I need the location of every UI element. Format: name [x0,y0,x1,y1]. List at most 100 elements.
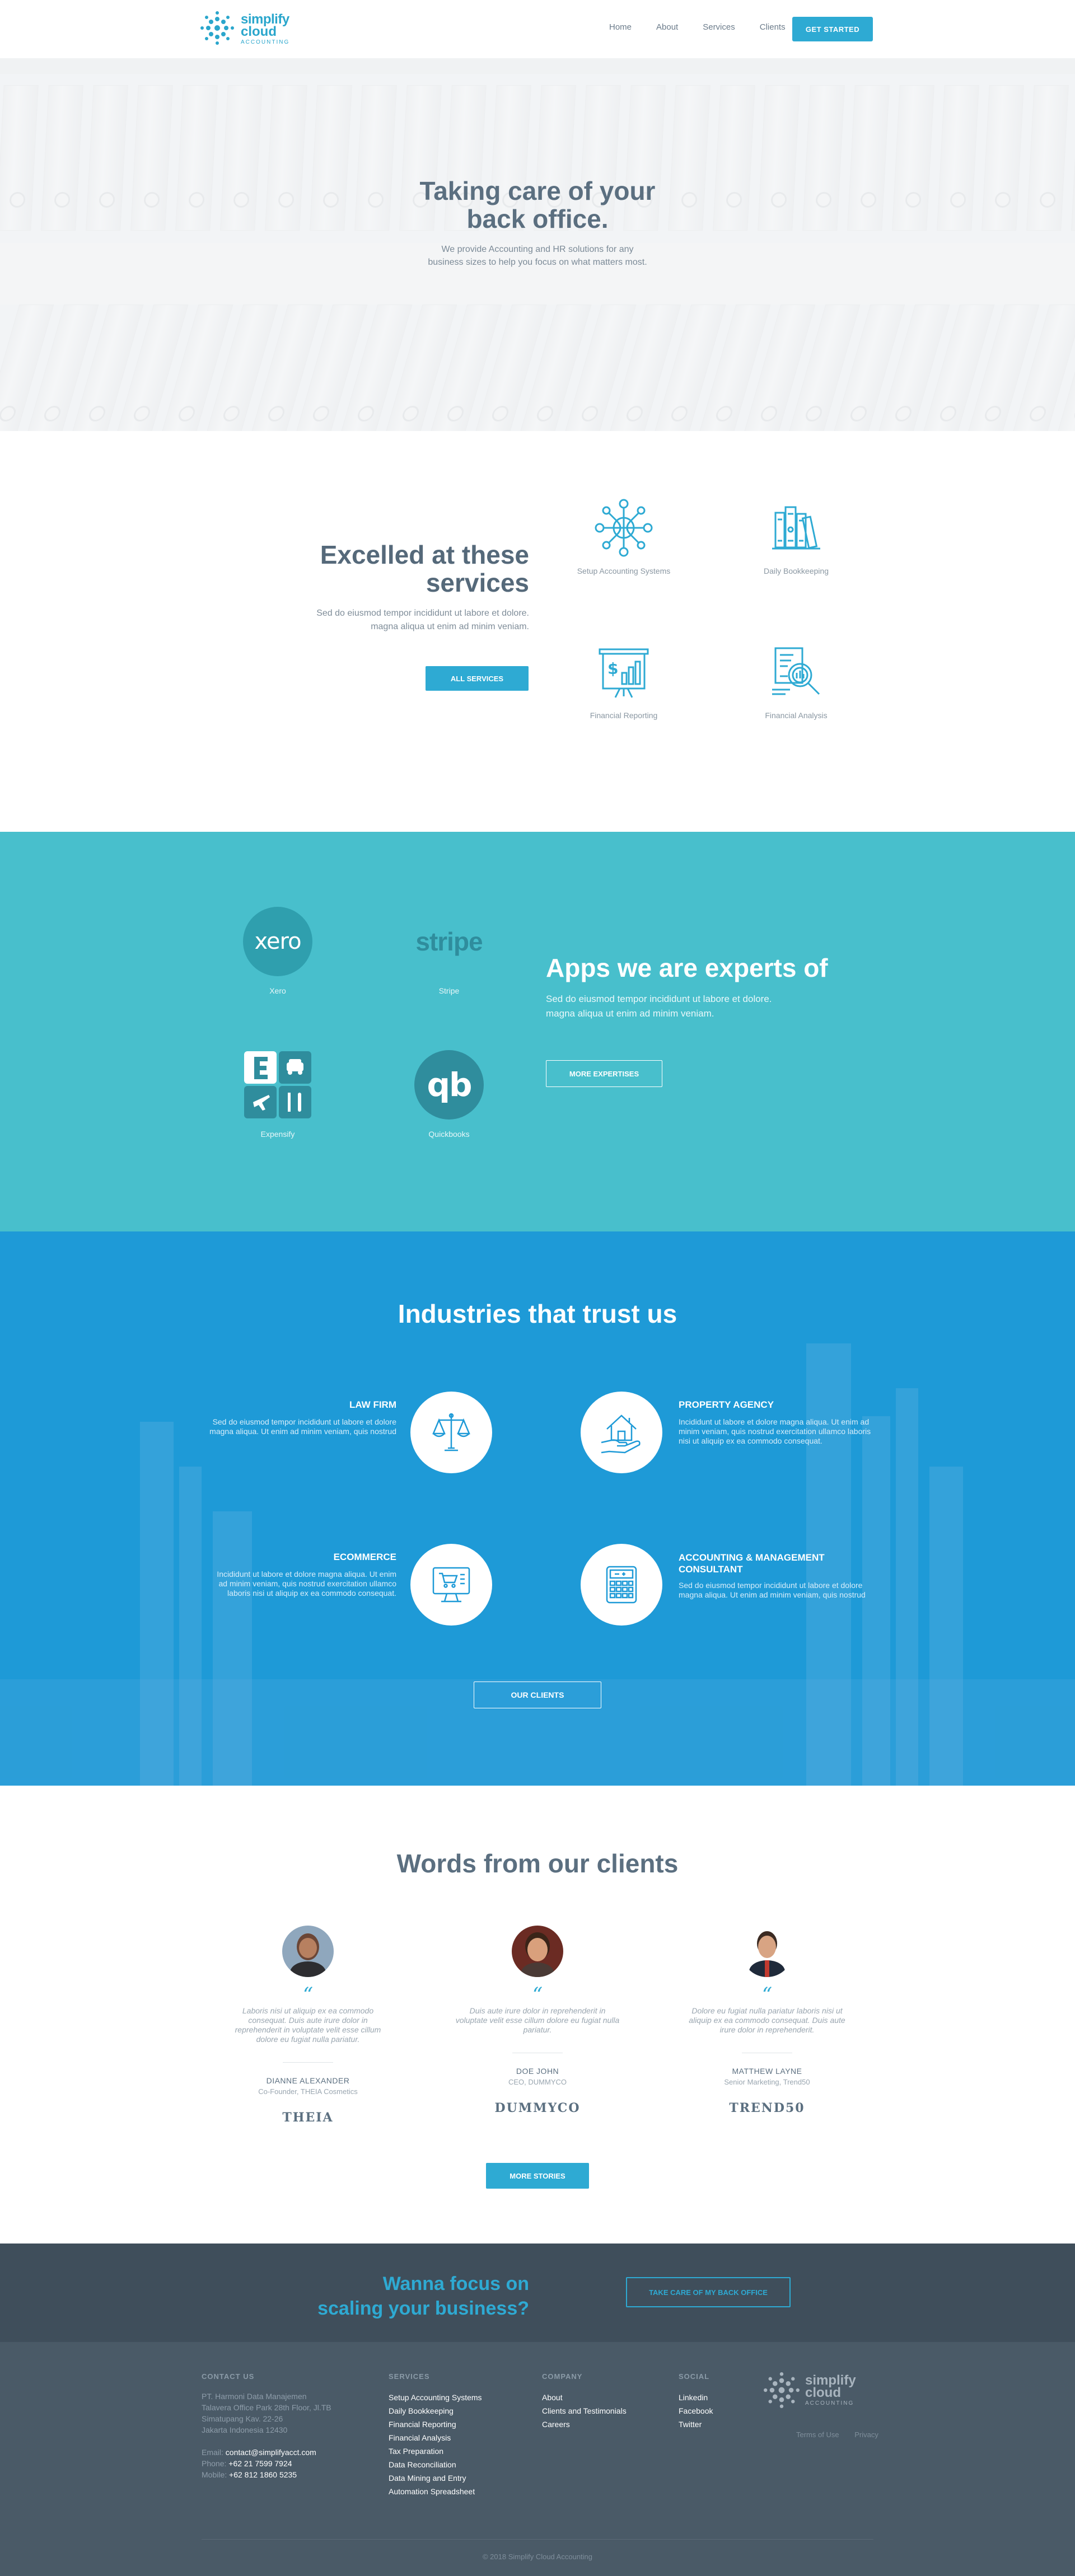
services-section: Excelled at these services Sed do eiusmo… [0,431,1075,832]
footer-address: Simatupang Kav. 22-26 [202,2414,283,2423]
hero-title-line: back office. [466,204,609,233]
magnifier-document-icon [772,647,820,695]
service-financial-analysis[interactable]: Financial Analysis [732,641,861,720]
footer-link[interactable]: Data Mining and Entry [389,2471,529,2485]
client-logo-trend50: TREND50 [729,2101,805,2115]
testimonial-quote: Dolore eu fugiat nulla pariatur laboris … [689,2006,845,2034]
service-setup-accounting[interactable]: Setup Accounting Systems [559,497,688,575]
quickbooks-logo: qb [414,1050,484,1120]
industry-ecommerce[interactable] [410,1544,492,1626]
phone-value: +62 21 7599 7924 [228,2459,292,2468]
industries-title: Industries that trust us [398,1299,677,1328]
testimonial-name: DIANNE ALEXANDER [266,2076,350,2085]
more-expertises-button[interactable]: MORE EXPERTISES [546,1060,662,1087]
footer-link-facebook[interactable]: Facebook [679,2404,751,2418]
site-logo[interactable]: simplify cloud ACCOUNTING [200,11,296,47]
industry-name: ACCOUNTING & MANAGEMENT CONSULTANT [679,1552,825,1575]
mobile-value: +62 812 1860 5235 [229,2470,297,2479]
footer-link[interactable]: Automation Spreadsheet [389,2485,529,2498]
nav-home[interactable]: Home [609,22,632,36]
industries-section: Industries that trust us LAW FIRM Sed do… [0,1231,1075,1786]
footer-link[interactable]: Financial Reporting [389,2418,529,2431]
quickbooks-logo-text: qb [427,1066,472,1104]
site-header: simplify cloud ACCOUNTING Home About Ser… [0,0,1075,58]
industry-property-agency[interactable] [581,1392,662,1473]
all-services-button[interactable]: ALL SERVICES [426,666,529,691]
books-icon [772,506,820,550]
footer-logo[interactable]: simplify cloud ACCOUNTING [764,2372,876,2417]
footer-link[interactable]: Setup Accounting Systems [389,2391,529,2404]
expensify-logo [244,1051,311,1118]
cta-title: Wanna focus on scaling your business? [246,2271,529,2321]
footer-link[interactable]: Daily Bookkeeping [389,2404,529,2418]
footer-social: SOCIAL Linkedin Facebook Twitter [679,2372,751,2431]
footer-link[interactable]: Financial Analysis [389,2431,529,2444]
footer-address: Jakarta Indonesia 12430 [202,2425,288,2434]
avatar [512,1926,563,1977]
avatar [741,1926,793,1977]
service-daily-bookkeeping[interactable]: Daily Bookkeeping [732,497,861,575]
service-label: Daily Bookkeeping [764,566,829,575]
svg-text:$: $ [607,659,618,678]
logo-dots-icon [200,11,234,45]
stripe-logo: stripe [414,907,484,976]
footer-phone[interactable]: Phone: +62 21 7599 7924 [202,2458,381,2469]
industry-name: ECOMMERCE [333,1552,396,1562]
terms-link[interactable]: Terms of Use [796,2430,839,2439]
footer-link-linkedin[interactable]: Linkedin [679,2391,751,2404]
footer-email[interactable]: Email: contact@simplifyacct.com [202,2447,381,2458]
testimonials-title: Words from our clients [396,1849,679,1878]
client-logo-theia: THEIA [282,2110,334,2125]
apps-description-line: Sed do eiusmod tempor incididunt ut labo… [546,994,772,1004]
footer-link[interactable]: Careers [542,2418,671,2431]
industry-law-firm[interactable] [410,1392,492,1473]
more-stories-button[interactable]: MORE STORIES [486,2163,589,2189]
services-title-line: Excelled at these [320,540,529,569]
logo-dots-icon [764,2372,800,2408]
industry-description: Incididunt ut labore et dolore magna ali… [217,1570,396,1598]
app-xero[interactable]: xero Xero [227,907,328,995]
app-stripe[interactable]: stripe Stripe [399,907,499,995]
app-label: Expensify [260,1130,295,1139]
nav-clients[interactable]: Clients [760,22,786,36]
footer-address: Talavera Office Park 28th Floor, Jl.TB [202,2403,331,2412]
xero-logo-text: xero [254,929,301,954]
logo-tagline: ACCOUNTING [805,2400,854,2406]
network-globe-icon [595,499,653,557]
footer-link[interactable]: Tax Preparation [389,2444,529,2458]
nav-services[interactable]: Services [703,22,735,36]
testimonial-role: Co-Founder, THEIA Cosmetics [258,2087,358,2096]
take-care-button[interactable]: TAKE CARE OF MY BACK OFFICE [626,2277,791,2307]
testimonial-card: “ Dolore eu fugiat nulla pariatur labori… [672,1926,862,2115]
testimonials-section: Words from our clients “ Laboris nisi ut… [0,1786,1075,2244]
footer-heading: SOCIAL [679,2372,710,2381]
footer-link[interactable]: Data Reconciliation [389,2458,529,2471]
app-expensify[interactable]: Expensify [227,1050,328,1139]
services-description: Sed do eiusmod tempor incididunt ut labo… [246,607,529,634]
app-label: Stripe [438,986,460,995]
email-label: Email: [202,2448,223,2457]
logo-name-2: cloud [805,2385,841,2400]
footer-mobile[interactable]: Mobile: +62 812 1860 5235 [202,2469,381,2480]
copyright: © 2018 Simplify Cloud Accounting [482,2552,593,2561]
testimonial-role: CEO, DUMMYCO [508,2078,567,2086]
footer-legal: Terms of Use Privacy [783,2430,878,2439]
service-financial-reporting[interactable]: $ Financial Reporting [559,641,688,720]
footer-heading: SERVICES [389,2372,430,2381]
industry-accounting-consultant[interactable] [581,1544,662,1626]
app-quickbooks[interactable]: qb Quickbooks [399,1050,499,1139]
footer-link-twitter[interactable]: Twitter [679,2418,751,2431]
footer-divider [202,2539,873,2540]
hero-title-line: Taking care of your [419,176,656,205]
get-started-button[interactable]: GET STARTED [792,17,873,41]
hero-subtitle: We provide Accounting and HR solutions f… [370,243,705,269]
footer-link[interactable]: Clients and Testimonials [542,2404,671,2418]
nav-about[interactable]: About [656,22,678,36]
phone-label: Phone: [202,2459,227,2468]
our-clients-button[interactable]: OUR CLIENTS [474,1682,601,1708]
privacy-link[interactable]: Privacy [854,2430,878,2439]
footer-link[interactable]: About [542,2391,671,2404]
industry-name: LAW FIRM [349,1399,396,1410]
testimonial-name: MATTHEW LAYNE [732,2067,802,2076]
avatar [282,1926,334,1977]
